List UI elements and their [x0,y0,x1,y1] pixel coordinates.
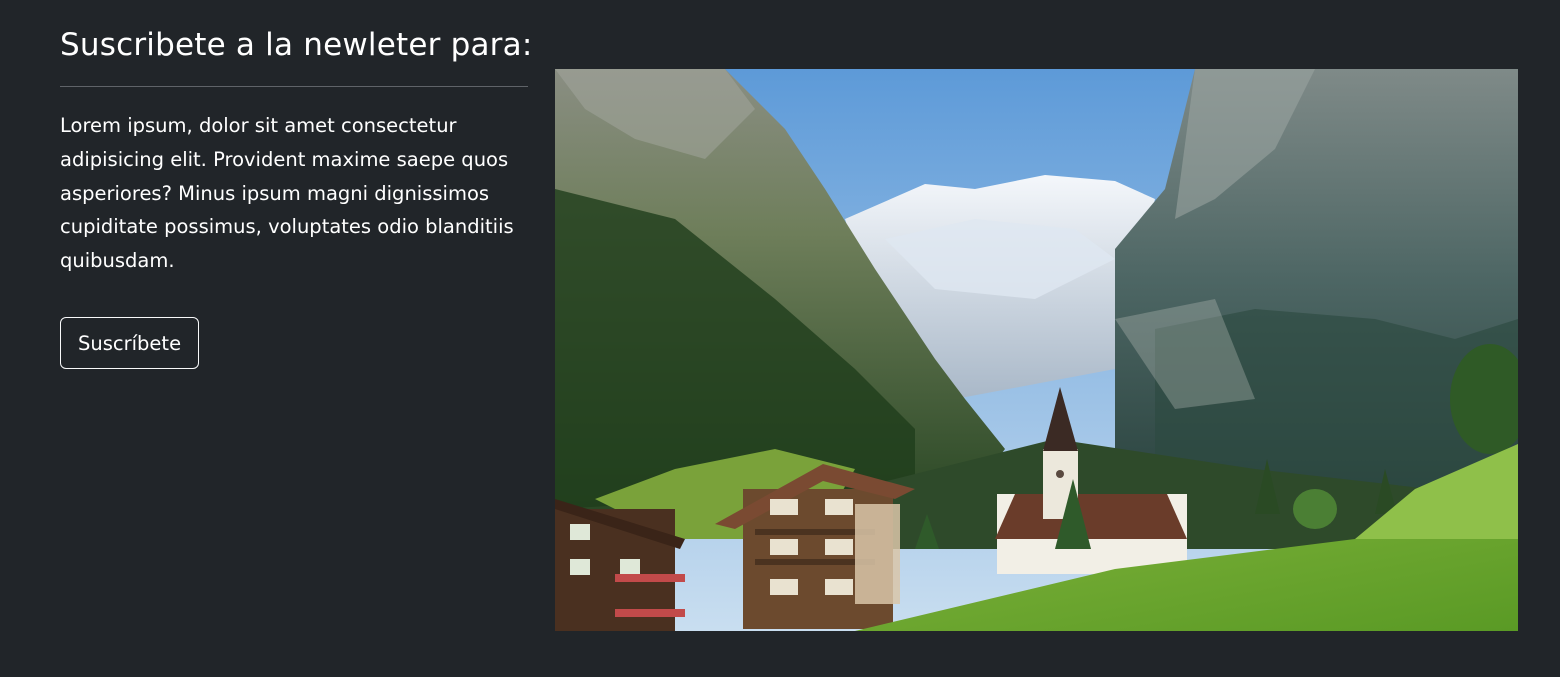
newsletter-title: Suscribete a la newleter para: [60,27,533,63]
newsletter-description: Lorem ipsum, dolor sit amet consectetur … [60,114,514,273]
newsletter-section: Suscribete a la newleter para: Lorem ips… [0,0,1560,677]
alpine-valley-photo [555,69,1518,631]
subscribe-button[interactable]: Suscríbete [60,316,200,369]
newsletter-text-column: Suscribete a la newleter para: Lorem ips… [60,0,533,369]
title-divider [60,86,528,87]
